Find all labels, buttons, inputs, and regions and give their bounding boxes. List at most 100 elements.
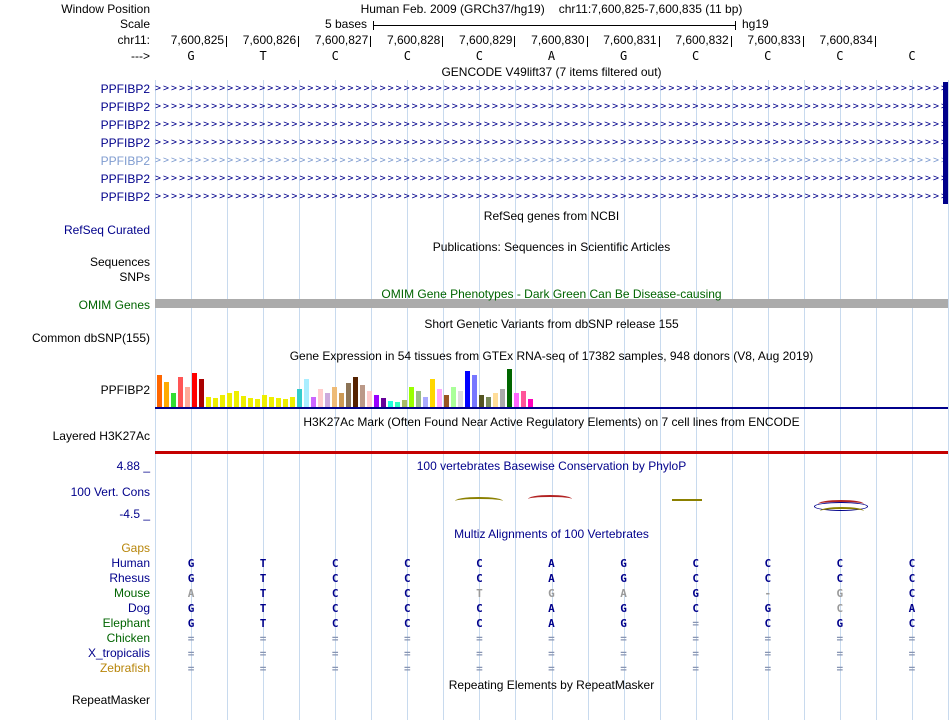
species-label-chicken[interactable]: Chicken	[0, 631, 150, 646]
gtex-bar[interactable]	[437, 389, 442, 407]
transcript-label[interactable]: PPFIBP2	[0, 116, 150, 134]
species-label-dog[interactable]: Dog	[0, 601, 150, 616]
snps-label[interactable]: SNPs	[0, 270, 150, 284]
gtex-bar[interactable]	[416, 391, 421, 407]
gtex-bar[interactable]	[339, 393, 344, 407]
transcript-arrow-line[interactable]: >>>>>>>>>>>>>>>>>>>>>>>>>>>>>>>>>>>>>>>>…	[155, 170, 944, 188]
sequences-label[interactable]: Sequences	[0, 255, 150, 269]
gtex-bar[interactable]	[157, 375, 162, 407]
transcript-row[interactable]: PPFIBP2 >>>>>>>>>>>>>>>>>>>>>>>>>>>>>>>>>…	[0, 170, 950, 188]
ruler-position[interactable]: 7,600,831	[588, 33, 656, 48]
gencode-transcripts[interactable]: PPFIBP2 >>>>>>>>>>>>>>>>>>>>>>>>>>>>>>>>>…	[0, 80, 950, 206]
gtex-bar[interactable]	[290, 397, 295, 407]
gtex-bar[interactable]	[332, 387, 337, 407]
transcript-label[interactable]: PPFIBP2	[0, 188, 150, 206]
transcript-arrow-line[interactable]: >>>>>>>>>>>>>>>>>>>>>>>>>>>>>>>>>>>>>>>>…	[155, 134, 944, 152]
gtex-bar[interactable]	[521, 391, 526, 407]
ruler-position[interactable]: 7,600,829	[443, 33, 512, 48]
gtex-bar[interactable]	[423, 397, 428, 407]
transcript-label[interactable]: PPFIBP2	[0, 170, 150, 188]
transcript-row[interactable]: PPFIBP2 >>>>>>>>>>>>>>>>>>>>>>>>>>>>>>>>>…	[0, 152, 950, 170]
gtex-bar[interactable]	[178, 377, 183, 407]
species-label-x_tropicalis[interactable]: X_tropicalis	[0, 646, 150, 661]
gtex-bar[interactable]	[227, 393, 232, 407]
gtex-bar[interactable]	[374, 395, 379, 407]
gtex-bar[interactable]	[353, 377, 358, 407]
gtex-bar[interactable]	[514, 393, 519, 407]
species-label-elephant[interactable]: Elephant	[0, 616, 150, 631]
gtex-bar[interactable]	[381, 398, 386, 407]
h3k27ac-label[interactable]: Layered H3K27Ac	[0, 429, 150, 443]
ruler-position[interactable]: 7,600,834	[804, 33, 873, 48]
gtex-expression-bars[interactable]	[155, 365, 948, 407]
omim-genes-label[interactable]: OMIM Genes	[0, 298, 150, 312]
species-label-mouse[interactable]: Mouse	[0, 586, 150, 601]
gtex-bar[interactable]	[409, 387, 414, 407]
transcript-row[interactable]: PPFIBP2 >>>>>>>>>>>>>>>>>>>>>>>>>>>>>>>>>…	[0, 188, 950, 206]
gtex-bar[interactable]	[444, 395, 449, 407]
gtex-bar[interactable]	[213, 398, 218, 407]
h3k27ac-signal-line[interactable]	[155, 451, 948, 454]
gtex-bar[interactable]	[276, 398, 281, 407]
refseq-curated-label[interactable]: RefSeq Curated	[0, 223, 150, 237]
gtex-bar[interactable]	[465, 371, 470, 407]
gtex-bar[interactable]	[430, 379, 435, 407]
gtex-bar[interactable]	[472, 375, 477, 407]
transcript-arrow-line[interactable]: >>>>>>>>>>>>>>>>>>>>>>>>>>>>>>>>>>>>>>>>…	[155, 116, 944, 134]
transcript-label[interactable]: PPFIBP2	[0, 80, 150, 98]
ruler-position[interactable]: 7,600,826	[227, 33, 296, 48]
gtex-bar[interactable]	[192, 373, 197, 407]
gtex-bar[interactable]	[269, 397, 274, 407]
gtex-bar[interactable]	[199, 379, 204, 407]
gtex-bar[interactable]	[528, 399, 533, 407]
gtex-bar[interactable]	[206, 397, 211, 407]
gtex-bar[interactable]	[346, 383, 351, 407]
gaps-label[interactable]: Gaps	[0, 541, 150, 555]
gtex-bar[interactable]	[171, 393, 176, 407]
strand-arrow-label[interactable]: --->	[0, 49, 150, 63]
gtex-bar[interactable]	[220, 395, 225, 407]
gtex-bar[interactable]	[164, 382, 169, 407]
transcript-row[interactable]: PPFIBP2 >>>>>>>>>>>>>>>>>>>>>>>>>>>>>>>>>…	[0, 80, 950, 98]
ruler-position[interactable]: 7,600,833	[732, 33, 800, 48]
species-label-rhesus[interactable]: Rhesus	[0, 571, 150, 586]
gtex-bar[interactable]	[493, 393, 498, 407]
transcript-arrow-line[interactable]: >>>>>>>>>>>>>>>>>>>>>>>>>>>>>>>>>>>>>>>>…	[155, 188, 944, 206]
gtex-bar[interactable]	[304, 379, 309, 407]
species-label-human[interactable]: Human	[0, 556, 150, 571]
transcript-arrow-line[interactable]: >>>>>>>>>>>>>>>>>>>>>>>>>>>>>>>>>>>>>>>>…	[155, 98, 944, 116]
gtex-bar[interactable]	[486, 397, 491, 407]
phylop-track-label[interactable]: 100 Vert. Cons	[0, 485, 150, 499]
transcript-row[interactable]: PPFIBP2 >>>>>>>>>>>>>>>>>>>>>>>>>>>>>>>>>…	[0, 116, 950, 134]
gtex-bar[interactable]	[283, 399, 288, 407]
gtex-bar[interactable]	[241, 396, 246, 407]
ruler-position[interactable]: 7,600,832	[660, 33, 728, 48]
gtex-bar[interactable]	[234, 391, 239, 407]
dbsnp-label[interactable]: Common dbSNP(155)	[0, 331, 150, 345]
gtex-bar[interactable]	[297, 389, 302, 407]
gtex-bar[interactable]	[507, 369, 512, 407]
gtex-bar[interactable]	[311, 397, 316, 407]
ruler-position[interactable]: 7,600,828	[371, 33, 440, 48]
gtex-bar[interactable]	[318, 389, 323, 407]
transcript-right-edge-exon[interactable]	[943, 82, 948, 204]
transcript-row[interactable]: PPFIBP2 >>>>>>>>>>>>>>>>>>>>>>>>>>>>>>>>>…	[0, 98, 950, 116]
repeatmasker-label[interactable]: RepeatMasker	[0, 693, 150, 707]
gtex-bar[interactable]	[262, 395, 267, 407]
gtex-bar[interactable]	[360, 385, 365, 407]
species-label-zebrafish[interactable]: Zebrafish	[0, 661, 150, 676]
gtex-bar[interactable]	[402, 400, 407, 407]
gtex-bar[interactable]	[248, 398, 253, 407]
gtex-bar[interactable]	[325, 393, 330, 407]
transcript-row[interactable]: PPFIBP2 >>>>>>>>>>>>>>>>>>>>>>>>>>>>>>>>>…	[0, 134, 950, 152]
gtex-bar[interactable]	[458, 391, 463, 407]
transcript-arrow-line[interactable]: >>>>>>>>>>>>>>>>>>>>>>>>>>>>>>>>>>>>>>>>…	[155, 80, 944, 98]
gtex-bar[interactable]	[500, 389, 505, 407]
transcript-arrow-line[interactable]: >>>>>>>>>>>>>>>>>>>>>>>>>>>>>>>>>>>>>>>>…	[155, 152, 944, 170]
gtex-gene-label[interactable]: PPFIBP2	[0, 383, 150, 397]
transcript-label[interactable]: PPFIBP2	[0, 134, 150, 152]
gtex-bar[interactable]	[255, 399, 260, 407]
transcript-label[interactable]: PPFIBP2	[0, 98, 150, 116]
transcript-label[interactable]: PPFIBP2	[0, 152, 150, 170]
gtex-bar[interactable]	[479, 395, 484, 407]
